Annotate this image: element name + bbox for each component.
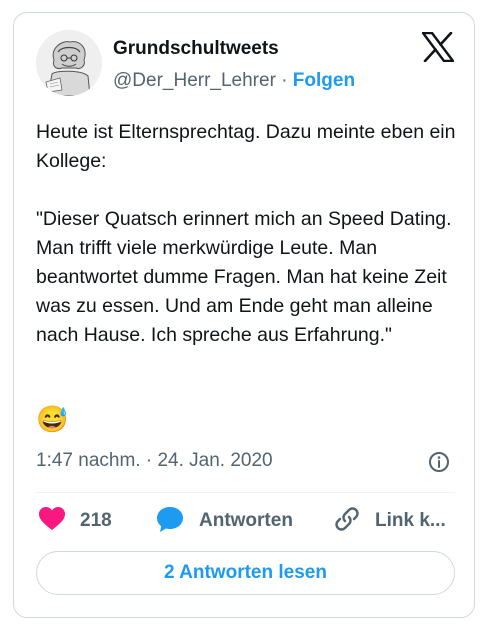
author-handle[interactable]: @Der_Herr_Lehrer [113, 70, 276, 91]
tweet-timestamp[interactable]: 1:47 nachm. · 24. Jan. 2020 [36, 450, 273, 472]
link-icon [333, 505, 361, 538]
reply-label: Antworten [199, 510, 293, 531]
tweet-text: Heute ist Elternsprechtag. Dazu meinte e… [36, 121, 456, 346]
read-replies-button[interactable]: 2 Antworten lesen [36, 551, 455, 595]
like-button[interactable]: 218 [38, 506, 112, 536]
info-icon[interactable] [428, 451, 450, 473]
x-logo-icon[interactable] [421, 31, 455, 63]
avatar[interactable] [36, 30, 102, 96]
likes-count: 218 [80, 510, 112, 531]
sweat-smile-emoji: 😅 [36, 404, 69, 434]
copy-link-button[interactable]: Link k... [333, 506, 446, 536]
reply-button[interactable]: Antworten [155, 506, 293, 536]
divider [36, 492, 455, 493]
handle-separator: · [281, 70, 288, 91]
follow-button[interactable]: Folgen [293, 70, 355, 91]
reply-bubble-icon [155, 505, 185, 538]
author-handle-row: @Der_Herr_Lehrer · Folgen [113, 70, 355, 92]
heart-icon [38, 506, 66, 537]
author-display-name[interactable]: Grundschultweets [113, 38, 279, 60]
copy-link-label: Link k... [375, 510, 446, 531]
